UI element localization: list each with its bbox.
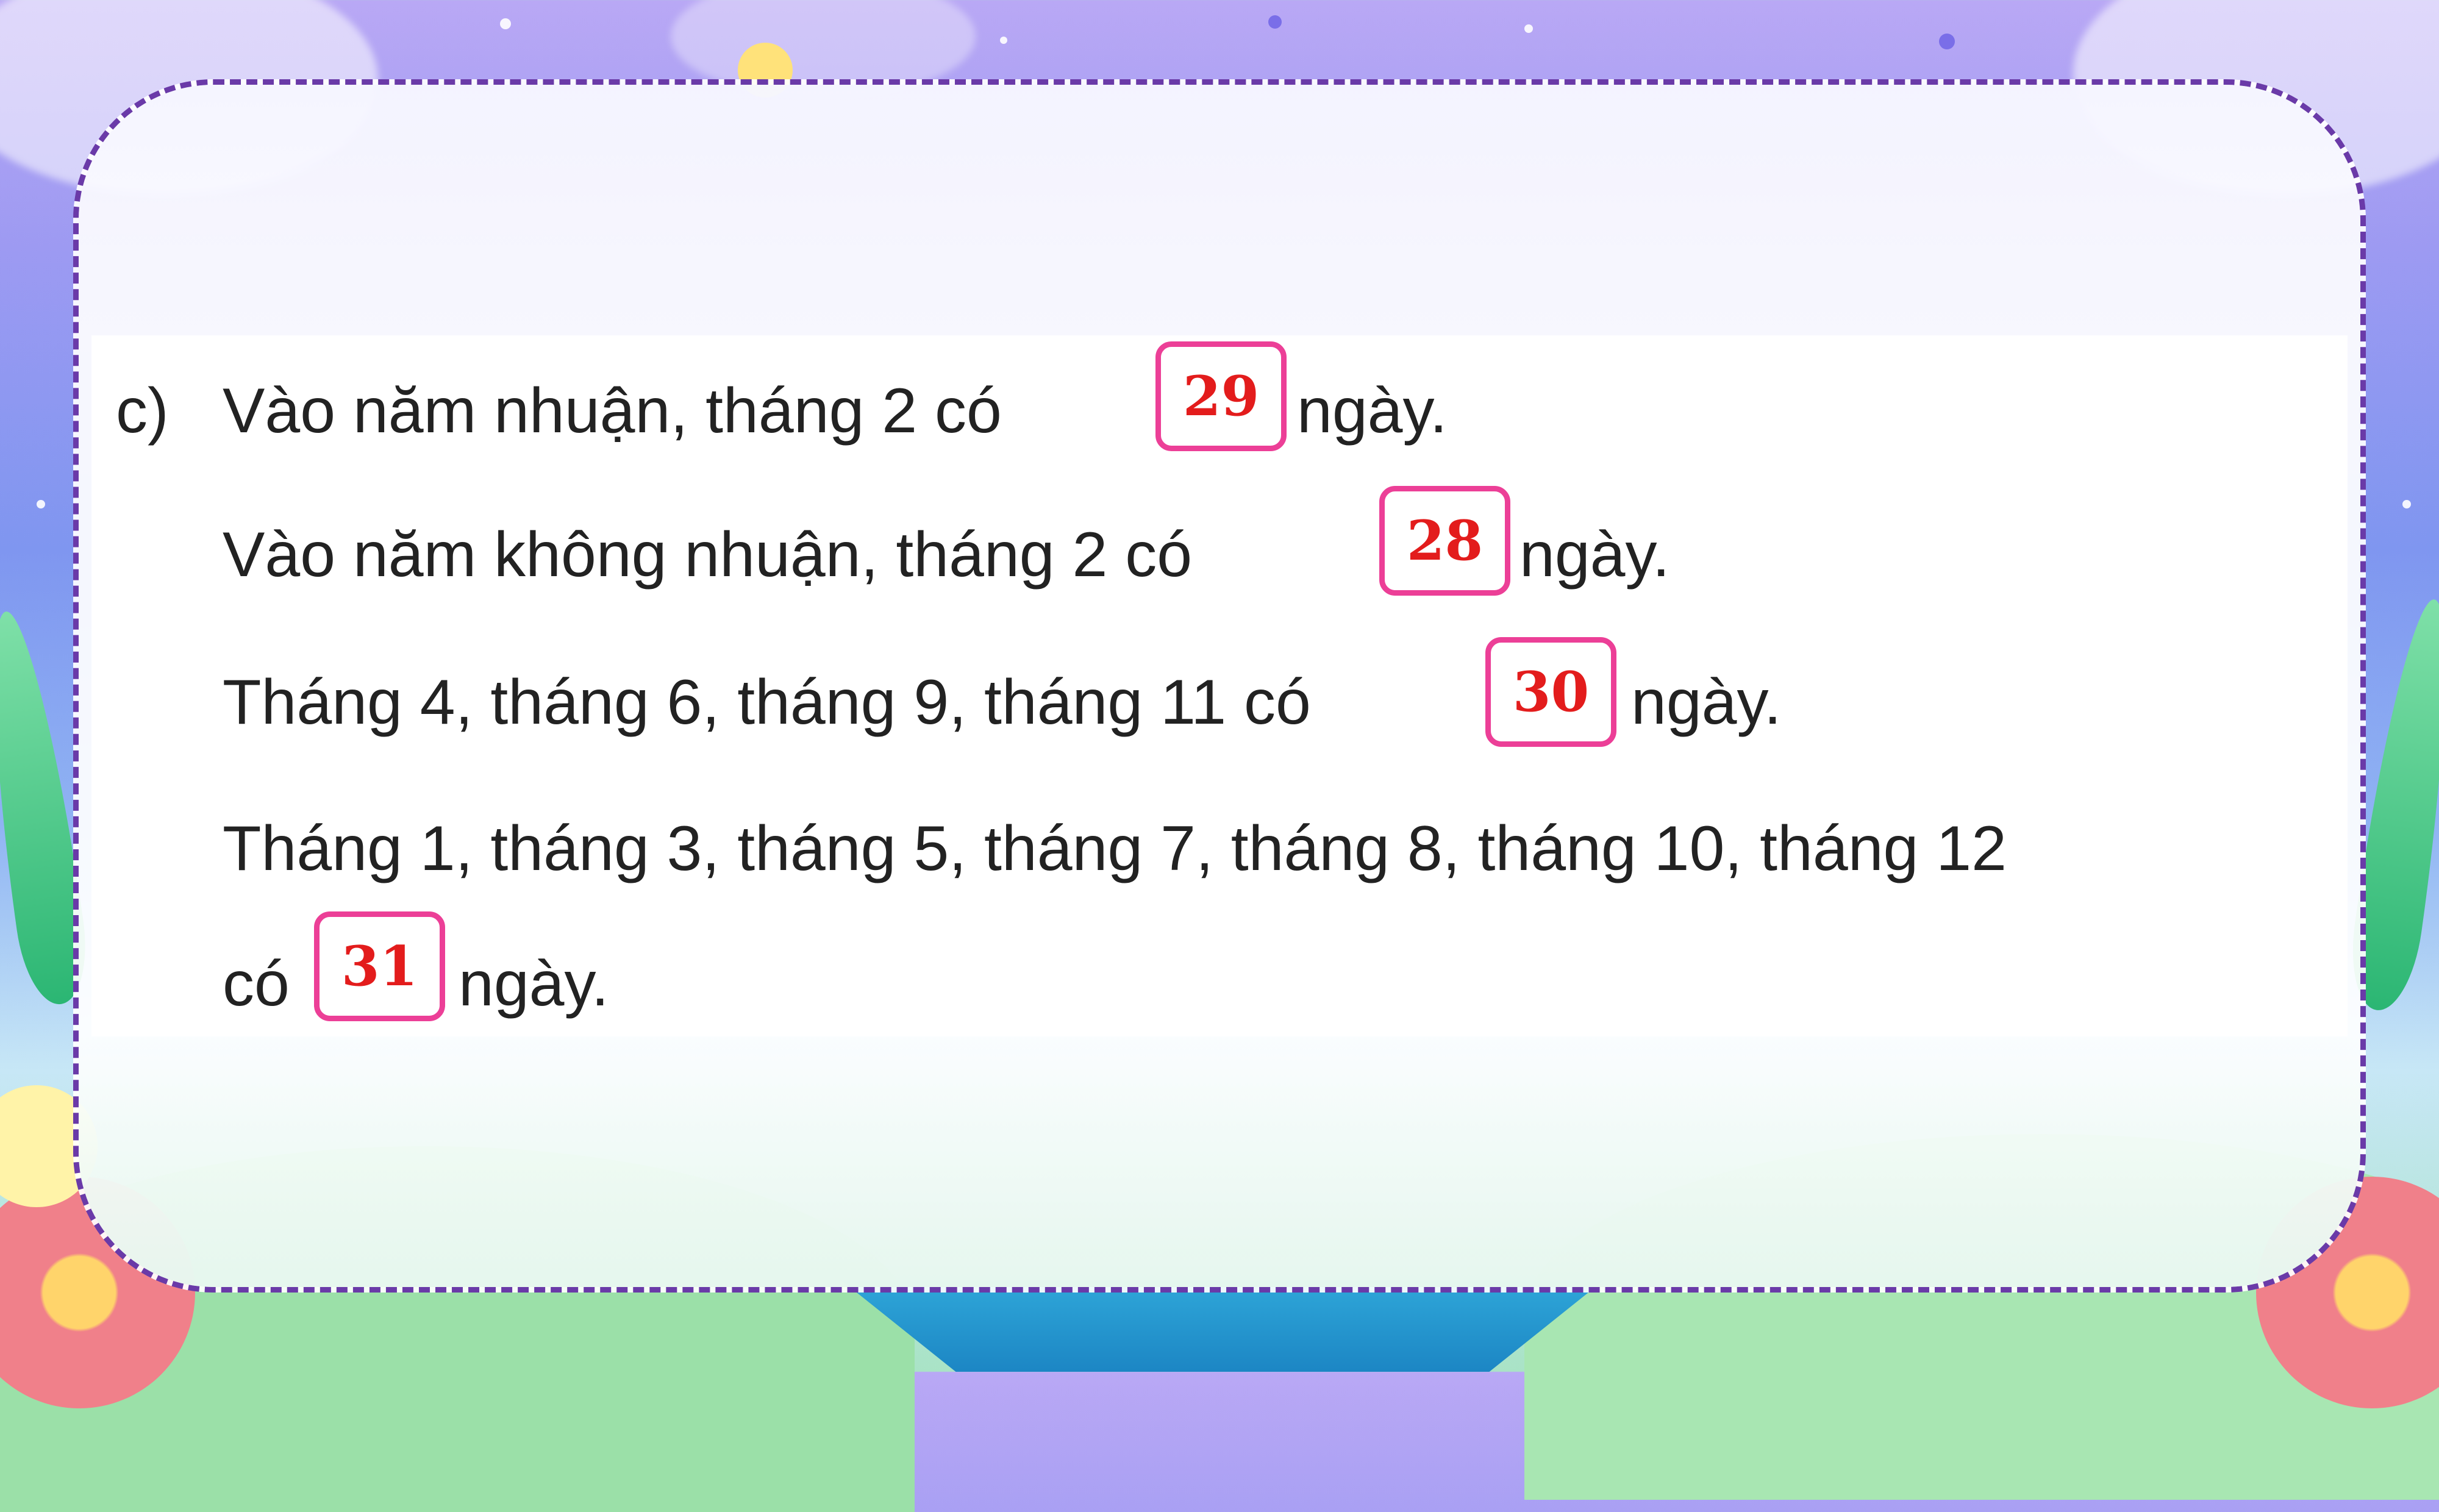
line-2-text: Vào năm không nhuận, tháng 2 có xyxy=(223,519,1193,590)
answer-box-4[interactable]: 31 xyxy=(314,911,445,1021)
answer-box-3[interactable]: 30 xyxy=(1485,637,1616,747)
line-2-suffix: ngày. xyxy=(1519,519,1670,590)
answer-box-1[interactable]: 29 xyxy=(1155,341,1287,451)
line-3-suffix: ngày. xyxy=(1631,667,1782,738)
answer-box-2[interactable]: 28 xyxy=(1379,486,1510,596)
line-4-text: Tháng 1, tháng 3, tháng 5, tháng 7, thán… xyxy=(223,813,2007,884)
line-1-text: Vào năm nhuận, tháng 2 có xyxy=(223,376,1002,446)
exercise-label: c) xyxy=(116,376,169,446)
line-5-suffix: ngày. xyxy=(459,949,609,1019)
line-3-text: Tháng 4, tháng 6, tháng 9, tháng 11 có xyxy=(223,667,1311,738)
line-5-text: có xyxy=(223,949,290,1019)
line-1-suffix: ngày. xyxy=(1297,376,1448,446)
